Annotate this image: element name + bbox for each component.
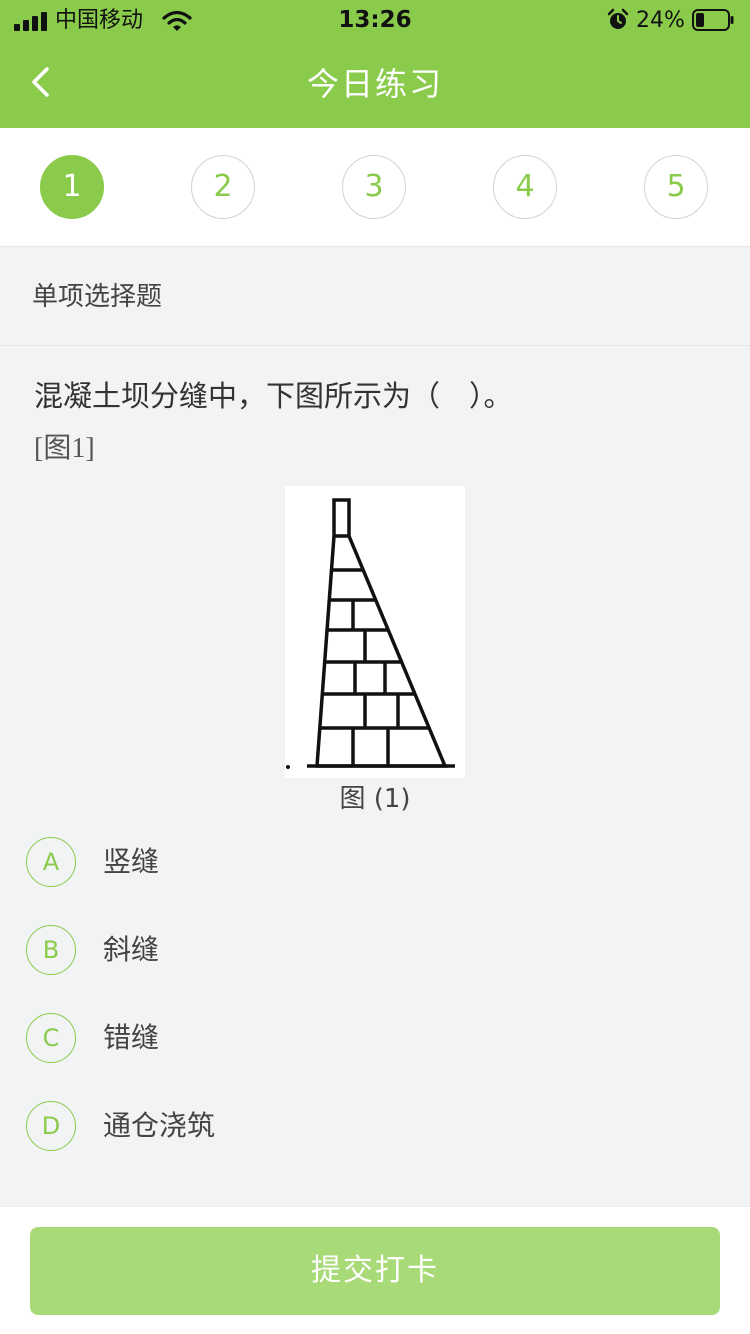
figure-reference: [图1] bbox=[34, 433, 95, 464]
question-type-header: 单项选择题 bbox=[0, 247, 750, 346]
option-letter: C bbox=[26, 1013, 76, 1063]
battery-percent: 24% bbox=[636, 8, 685, 33]
question-type-label: 单项选择题 bbox=[32, 282, 163, 312]
option-b[interactable]: B 斜缝 bbox=[26, 925, 726, 981]
dam-joint-diagram bbox=[286, 498, 455, 769]
bottom-bar: 提交打卡 bbox=[0, 1206, 750, 1334]
option-letter: A bbox=[26, 837, 76, 887]
step-2[interactable]: 2 bbox=[191, 155, 255, 219]
option-letter: D bbox=[26, 1101, 76, 1151]
option-text: 通仓浇筑 bbox=[103, 1109, 216, 1142]
option-c[interactable]: C 错缝 bbox=[26, 1013, 726, 1069]
practice-page: 中国移动 13:26 24% 今日练习 1 2 3 4 5 单项选择题 混凝土坝… bbox=[0, 0, 750, 1334]
page-title: 今日练习 bbox=[306, 65, 443, 103]
option-letter: B bbox=[26, 925, 76, 975]
question-stepper: 1 2 3 4 5 bbox=[0, 128, 750, 247]
navigation-bar: 今日练习 bbox=[0, 42, 750, 128]
question-figure bbox=[285, 486, 465, 778]
app-header: 中国移动 13:26 24% 今日练习 bbox=[0, 0, 750, 128]
status-bar: 中国移动 13:26 24% bbox=[0, 0, 750, 42]
option-a[interactable]: A 竖缝 bbox=[26, 837, 726, 893]
alarm-icon bbox=[607, 8, 629, 29]
step-5[interactable]: 5 bbox=[644, 155, 708, 219]
step-3[interactable]: 3 bbox=[342, 155, 406, 219]
battery-icon bbox=[692, 9, 734, 31]
step-4[interactable]: 4 bbox=[493, 155, 557, 219]
option-d[interactable]: D 通仓浇筑 bbox=[26, 1101, 726, 1157]
submit-checkin-button[interactable]: 提交打卡 bbox=[30, 1227, 720, 1315]
figure-caption: 图 (1) bbox=[339, 784, 411, 814]
option-text: 竖缝 bbox=[103, 845, 160, 878]
option-text: 错缝 bbox=[103, 1021, 160, 1054]
option-text: 斜缝 bbox=[103, 933, 160, 966]
question-text: 混凝土坝分缝中，下图所示为（ ）。 bbox=[34, 379, 513, 413]
step-1[interactable]: 1 bbox=[40, 155, 104, 219]
